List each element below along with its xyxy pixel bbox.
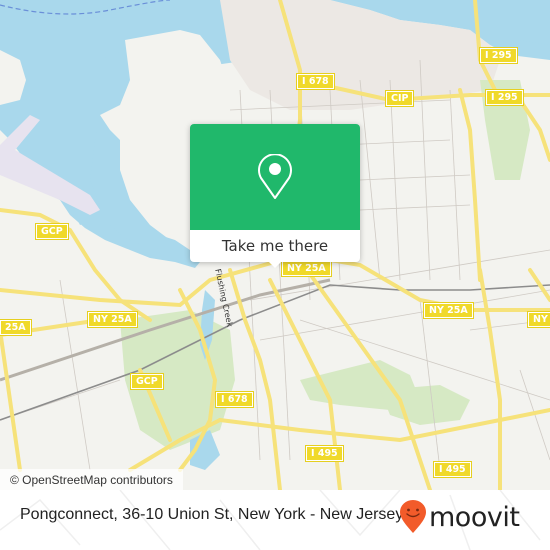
road-shield-gcp: GCP	[36, 224, 68, 239]
road-shield-ny25a-left: NY 25A	[88, 312, 137, 327]
location-popup[interactable]: Take me there	[190, 124, 360, 268]
road-shield-i495-right: I 495	[434, 462, 471, 477]
osm-attribution[interactable]: © OpenStreetMap contributors	[0, 469, 183, 490]
road-shield-ny-far-right: NY	[528, 312, 550, 327]
road-shield-ny25a-right: NY 25A	[424, 303, 473, 318]
map-pin-icon	[258, 154, 292, 199]
popup-header	[190, 124, 360, 230]
road-shield-ny25a-center: NY 25A	[282, 261, 331, 276]
road-shield-i295-mid: I 295	[486, 90, 523, 105]
take-me-there-button[interactable]: Take me there	[190, 230, 360, 262]
moovit-logo[interactable]: moovit	[399, 500, 520, 534]
place-address: Pongconnect, 36-10 Union St, New York - …	[20, 506, 404, 523]
moovit-wordmark: moovit	[429, 501, 520, 533]
road-shield-i678-bottom: I 678	[216, 392, 253, 407]
popup-pointer	[267, 260, 283, 268]
road-shield-i678: I 678	[297, 74, 334, 89]
road-shield-i495-mid: I 495	[306, 446, 343, 461]
footer-bar: Pongconnect, 36-10 Union St, New York - …	[0, 490, 550, 550]
road-shield-cip: CIP	[386, 91, 414, 106]
road-shield-25a-edge: 25A	[0, 320, 31, 335]
moovit-pin-smile-icon	[400, 500, 426, 533]
road-shield-gcp-bottom: GCP	[131, 374, 163, 389]
road-shield-i295-top: I 295	[480, 48, 517, 63]
map-view[interactable]: I 295 I 678 CIP I 295 GCP NY 25A NY 25A …	[0, 0, 550, 490]
